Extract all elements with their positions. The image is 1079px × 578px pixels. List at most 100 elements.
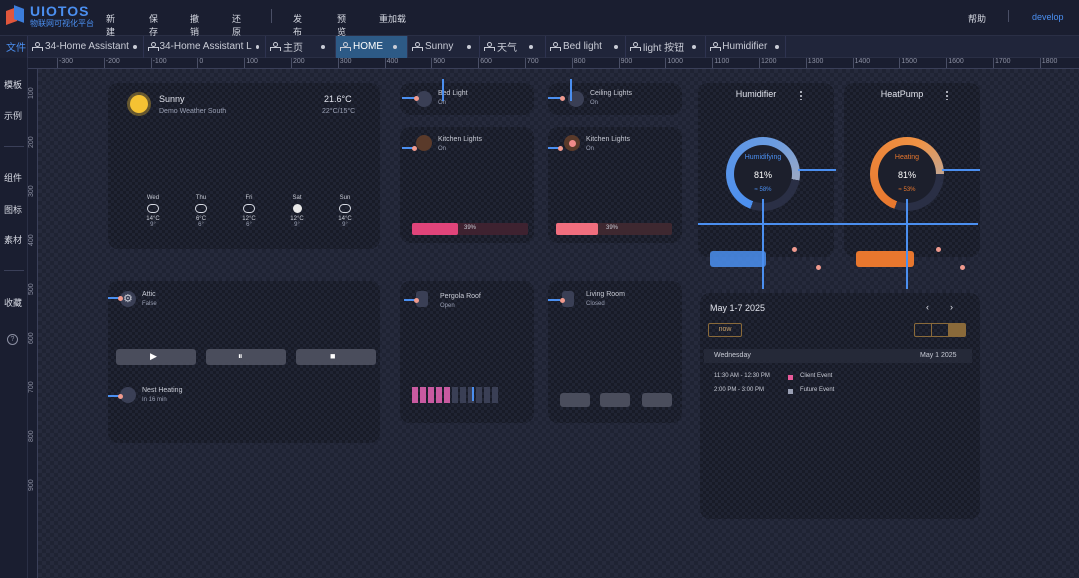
- ruler-tick: 1100: [712, 58, 730, 68]
- help-icon[interactable]: ?: [7, 334, 18, 345]
- ceiling-lights-card[interactable]: Ceiling Lights On: [548, 83, 682, 115]
- brightness-slider[interactable]: 39%: [556, 223, 672, 235]
- connector-pin[interactable]: [558, 146, 563, 151]
- cloud-icon: [147, 204, 159, 213]
- connector-pin[interactable]: [936, 247, 941, 252]
- climate-card[interactable]: ⚙ Attic False ▶ ⏸ ■ Nest Heating In 16 m…: [108, 281, 380, 443]
- connector-pin[interactable]: [414, 298, 419, 303]
- light-name: Kitchen Lights: [438, 136, 482, 143]
- tab-close-dot-icon[interactable]: [529, 44, 533, 49]
- tab-sunny[interactable]: Sunny: [408, 35, 480, 58]
- menu-save[interactable]: 保存: [149, 12, 158, 38]
- tab-close-dot-icon[interactable]: [613, 44, 618, 49]
- menu-reload[interactable]: 重加载: [379, 12, 406, 25]
- sidebar-item-templates[interactable]: 模板: [0, 78, 26, 91]
- design-canvas[interactable]: Sunny Demo Weather South 21.6°C 22°C/15°…: [38, 69, 1079, 578]
- calendar-event[interactable]: 2:00 PM - 3:00 PM Future Event: [714, 387, 954, 399]
- stop-button[interactable]: ■: [296, 349, 376, 365]
- more-menu-icon[interactable]: [800, 90, 802, 100]
- tab-file[interactable]: 文件: [0, 35, 28, 58]
- bed-light-card[interactable]: Bed Light On: [400, 83, 534, 115]
- ruler-tick: 400: [384, 58, 399, 68]
- sidebar-item-components[interactable]: 组件: [0, 171, 26, 184]
- next-week-icon[interactable]: ›: [950, 302, 953, 312]
- tab-close-dot-icon[interactable]: [321, 44, 325, 49]
- forecast-day-name: Sun: [339, 195, 351, 201]
- connector-pin[interactable]: [960, 265, 965, 270]
- connector-pin[interactable]: [412, 146, 417, 151]
- ruler-tick: 800: [28, 430, 35, 442]
- ruler-tick: 900: [618, 58, 633, 68]
- tab-home-assistant-l[interactable]: 34-Home Assistant L: [144, 35, 266, 58]
- tab-close-dot-icon[interactable]: [132, 44, 137, 49]
- gauge-value: 81%: [897, 170, 916, 180]
- ruler-tick: -200: [103, 58, 120, 68]
- tab-humidifier[interactable]: Humidifier: [706, 35, 786, 58]
- menu-undo[interactable]: 撤销: [190, 12, 199, 38]
- logo: UIOTOS 物联网可视化平台: [6, 4, 94, 28]
- ruler-tick: 700: [28, 381, 35, 393]
- ruler-tick: 500: [28, 283, 35, 295]
- connector-pin[interactable]: [560, 298, 565, 303]
- ruler-tick: 900: [28, 479, 35, 491]
- network-icon: [340, 42, 351, 51]
- menu-new[interactable]: 新建: [106, 12, 115, 38]
- connector-pin[interactable]: [414, 96, 419, 101]
- connector-pin[interactable]: [560, 96, 565, 101]
- connector-pin[interactable]: [816, 265, 821, 270]
- tab-close-dot-icon[interactable]: [692, 44, 697, 49]
- sidebar-item-examples[interactable]: 示例: [0, 109, 26, 122]
- gauge-value: 81%: [753, 170, 772, 180]
- sidebar-item-assets[interactable]: 素材: [0, 233, 26, 246]
- ruler-tick: 1600: [946, 58, 964, 68]
- tab-weather[interactable]: 天气: [480, 35, 546, 58]
- sidebar-item-favorites[interactable]: 收藏: [0, 296, 26, 309]
- today-button[interactable]: now: [708, 323, 742, 337]
- menu-publish[interactable]: 发布: [293, 12, 302, 38]
- tab-light-button[interactable]: light 按钮: [626, 35, 706, 58]
- calendar-card[interactable]: May 1-7 2025 ‹ › now Wednesday May 1 202…: [700, 293, 980, 519]
- kitchen-lights-card-2[interactable]: Kitchen Lights On 39%: [548, 127, 682, 243]
- tab-label: Bed light: [563, 41, 602, 52]
- pause-button[interactable]: ⏸: [206, 349, 286, 365]
- open-button[interactable]: [560, 393, 590, 407]
- tab-home-cn[interactable]: 主页: [266, 35, 336, 58]
- ruler-tick: -100: [150, 58, 167, 68]
- play-button[interactable]: ▶: [116, 349, 196, 365]
- prev-week-icon[interactable]: ‹: [926, 302, 929, 312]
- tab-bed-light[interactable]: Bed light: [546, 35, 626, 58]
- month-view-icon[interactable]: [949, 324, 965, 336]
- pause-cover-button[interactable]: [600, 393, 630, 407]
- weather-card[interactable]: Sunny Demo Weather South 21.6°C 22°C/15°…: [108, 83, 380, 249]
- pergola-card[interactable]: Pergola Roof Open: [400, 281, 534, 423]
- menu-preview[interactable]: 预览: [337, 12, 346, 38]
- brightness-slider[interactable]: 39%: [412, 223, 528, 235]
- week-view-icon[interactable]: [932, 324, 949, 336]
- close-button[interactable]: [642, 393, 672, 407]
- sidebar-item-icons[interactable]: 图标: [0, 203, 26, 216]
- tab-close-dot-icon[interactable]: [393, 44, 397, 49]
- weather-condition: Sunny: [159, 94, 185, 104]
- living-room-card[interactable]: Living Room Closed: [548, 281, 682, 423]
- wire: [942, 169, 980, 171]
- tab-close-dot-icon[interactable]: [467, 44, 472, 49]
- tab-label: 34-Home Assistant L: [159, 41, 252, 52]
- humidifier-title: Humidifier: [735, 89, 777, 99]
- user-name[interactable]: develop: [1032, 12, 1064, 22]
- tab-home[interactable]: HOME: [336, 35, 408, 58]
- connector-pin[interactable]: [118, 394, 123, 399]
- list-view-icon[interactable]: [915, 324, 932, 336]
- connector-pin[interactable]: [118, 296, 123, 301]
- connector-pin[interactable]: [792, 247, 797, 252]
- tab-close-dot-icon[interactable]: [775, 44, 779, 49]
- more-menu-icon[interactable]: [946, 90, 948, 100]
- tab-close-dot-icon[interactable]: [255, 44, 259, 49]
- menu-redo[interactable]: 还原: [232, 12, 241, 38]
- kitchen-lights-card-1[interactable]: Kitchen Lights On 39%: [400, 127, 534, 243]
- wire: [442, 79, 444, 101]
- mode-button[interactable]: [710, 251, 766, 267]
- help-link[interactable]: 帮助: [968, 12, 986, 25]
- tab-home-assistant[interactable]: 34-Home Assistant: [28, 35, 144, 58]
- calendar-event[interactable]: 11:30 AM - 12:30 PM Client Event: [714, 373, 954, 385]
- position-bars[interactable]: [412, 387, 512, 403]
